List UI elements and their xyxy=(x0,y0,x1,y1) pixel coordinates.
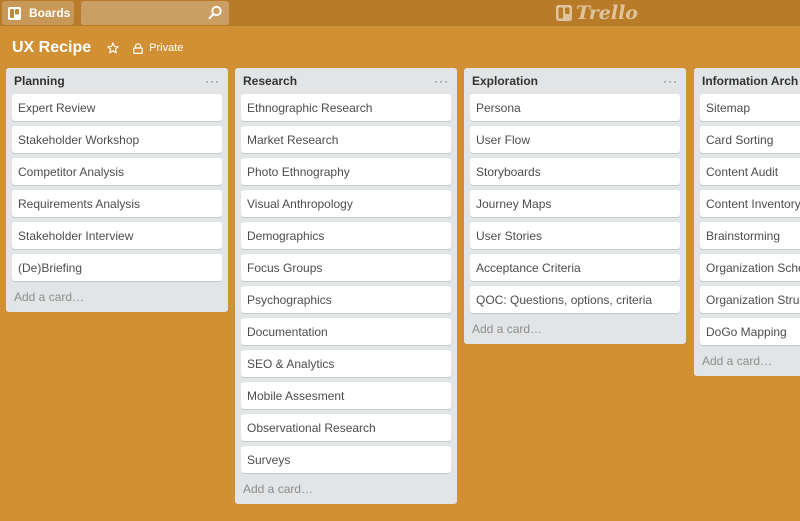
card[interactable]: Content Inventory xyxy=(700,190,800,217)
list-header: Information Architecture xyxy=(700,68,800,94)
card[interactable]: DoGo Mapping xyxy=(700,318,800,345)
search-box[interactable] xyxy=(81,1,229,25)
list-information-architecture: Information Architecture Sitemap Card So… xyxy=(694,68,800,376)
add-card-link[interactable]: Add a card… xyxy=(470,318,680,338)
card[interactable]: Competitor Analysis xyxy=(12,158,222,185)
list-title[interactable]: Exploration xyxy=(472,74,538,88)
card[interactable]: Expert Review xyxy=(12,94,222,121)
add-card-link[interactable]: Add a card… xyxy=(12,286,222,306)
card[interactable]: Organization Structures xyxy=(700,286,800,313)
list-title[interactable]: Research xyxy=(243,74,297,88)
card[interactable]: Content Audit xyxy=(700,158,800,185)
add-card-link[interactable]: Add a card… xyxy=(241,478,451,498)
list-header: Exploration ··· xyxy=(470,68,680,94)
star-icon[interactable] xyxy=(107,42,119,54)
card[interactable]: Photo Ethnography xyxy=(241,158,451,185)
card[interactable]: Psychographics xyxy=(241,286,451,313)
card[interactable]: User Flow xyxy=(470,126,680,153)
card[interactable]: SEO & Analytics xyxy=(241,350,451,377)
list-exploration: Exploration ··· Persona User Flow Storyb… xyxy=(464,68,686,344)
card[interactable]: Mobile Assesment xyxy=(241,382,451,409)
card[interactable]: (De)Briefing xyxy=(12,254,222,281)
board-header: UX Recipe Private xyxy=(12,36,183,60)
boards-label: Boards xyxy=(29,6,71,20)
card[interactable]: Market Research xyxy=(241,126,451,153)
card[interactable]: Surveys xyxy=(241,446,451,473)
search-input[interactable] xyxy=(81,1,213,25)
privacy-label: Private xyxy=(149,42,184,54)
trello-logo-text: Trello xyxy=(576,2,638,24)
card[interactable]: Card Sorting xyxy=(700,126,800,153)
list-menu-icon[interactable]: ··· xyxy=(205,74,220,88)
card[interactable]: Brainstorming xyxy=(700,222,800,249)
header-bar: Boards Trello xyxy=(0,0,800,26)
card[interactable]: Focus Groups xyxy=(241,254,451,281)
card[interactable]: Stakeholder Workshop xyxy=(12,126,222,153)
list-title[interactable]: Planning xyxy=(14,74,65,88)
list-menu-icon[interactable]: ··· xyxy=(663,74,678,88)
card[interactable]: Demographics xyxy=(241,222,451,249)
boards-button[interactable]: Boards xyxy=(2,1,74,25)
card[interactable]: Persona xyxy=(470,94,680,121)
card[interactable]: Ethnographic Research xyxy=(241,94,451,121)
card[interactable]: Storyboards xyxy=(470,158,680,185)
card[interactable]: Visual Anthropology xyxy=(241,190,451,217)
list-title[interactable]: Information Architecture xyxy=(702,74,798,88)
trello-logo[interactable]: Trello xyxy=(556,2,638,24)
trello-logo-icon xyxy=(556,5,572,21)
card[interactable]: User Stories xyxy=(470,222,680,249)
board-title[interactable]: UX Recipe xyxy=(12,39,91,57)
card[interactable]: Journey Maps xyxy=(470,190,680,217)
add-card-link[interactable]: Add a card… xyxy=(700,350,800,370)
list-header: Planning ··· xyxy=(12,68,222,94)
list-research: Research ··· Ethnographic Research Marke… xyxy=(235,68,457,504)
card[interactable]: Observational Research xyxy=(241,414,451,441)
search-icon[interactable] xyxy=(208,5,223,25)
list-header: Research ··· xyxy=(241,68,451,94)
privacy-button[interactable]: Private xyxy=(133,42,183,54)
list-menu-icon[interactable]: ··· xyxy=(434,74,449,88)
lock-icon xyxy=(133,42,143,54)
card[interactable]: Acceptance Criteria xyxy=(470,254,680,281)
card[interactable]: Organization Schemes xyxy=(700,254,800,281)
card[interactable]: QOC: Questions, options, criteria xyxy=(470,286,680,313)
trello-board-icon xyxy=(8,6,21,20)
card[interactable]: Sitemap xyxy=(700,94,800,121)
card[interactable]: Requirements Analysis xyxy=(12,190,222,217)
card[interactable]: Stakeholder Interview xyxy=(12,222,222,249)
card[interactable]: Documentation xyxy=(241,318,451,345)
list-planning: Planning ··· Expert Review Stakeholder W… xyxy=(6,68,228,312)
